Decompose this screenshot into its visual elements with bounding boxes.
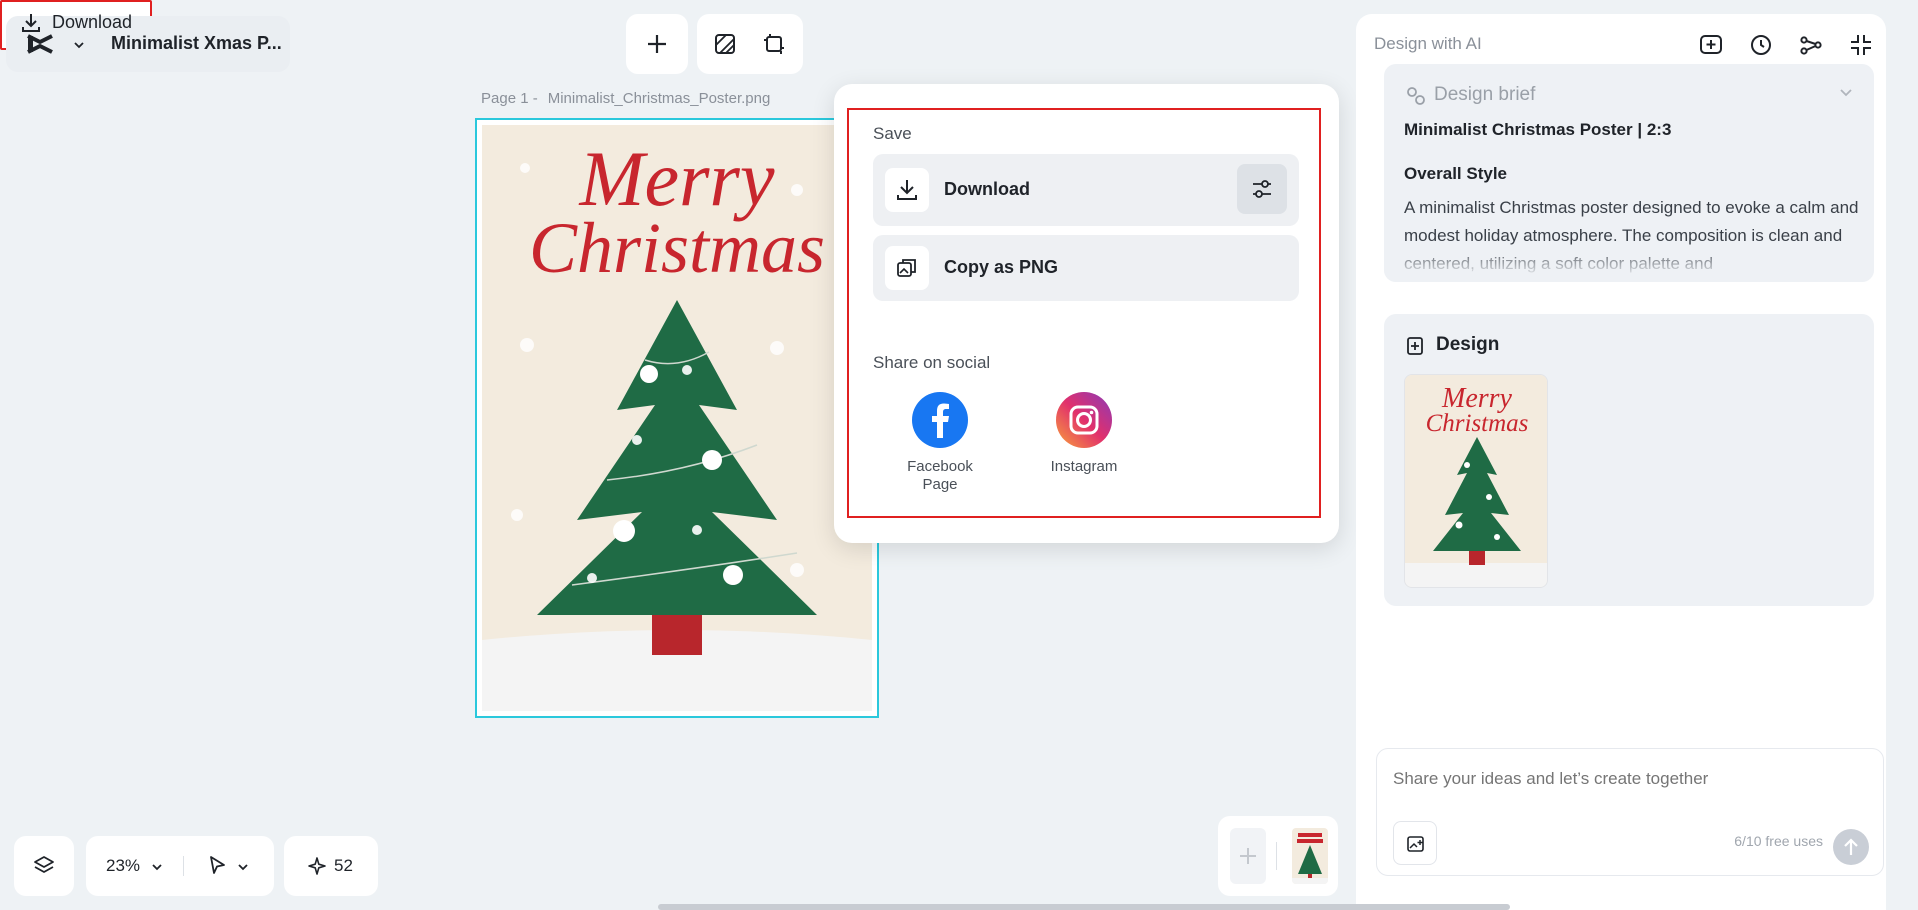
capcut-logo-icon[interactable] [26, 32, 54, 56]
zoom-level[interactable]: 23% [106, 856, 140, 876]
ai-panel: Design with AI Design brief Minimalist C… [1356, 14, 1886, 910]
collapse-icon[interactable] [1848, 32, 1874, 58]
divider [183, 856, 184, 876]
background-icon[interactable] [714, 33, 736, 55]
arrow-up-icon [1844, 838, 1858, 855]
page-label: Page 1 - Minimalist_Christmas_Poster.png [481, 90, 770, 107]
layers-icon [34, 856, 54, 873]
share-facebook[interactable]: Facebook Page [890, 392, 990, 494]
prompt-input[interactable] [1393, 769, 1863, 789]
sliders-icon [1253, 180, 1271, 198]
share-section-title: Share on social [873, 353, 991, 372]
download-option-label: Download [944, 179, 1030, 199]
download-button-label: Download [52, 12, 133, 32]
ai-panel-title: Design with AI [1374, 34, 1482, 53]
chevron-down-icon[interactable] [236, 860, 250, 874]
instagram-label: Instagram [1050, 458, 1118, 475]
instagram-icon [1056, 392, 1112, 448]
download-option[interactable]: Download [873, 154, 1299, 226]
download-icon [22, 14, 40, 32]
facebook-icon [912, 392, 968, 448]
page-thumbnails [1218, 816, 1338, 896]
download-option-icon-box [885, 168, 929, 212]
zoom-controls: 23% [86, 836, 274, 896]
chevron-down-icon[interactable] [150, 860, 164, 874]
copy-as-png-option[interactable]: Copy as PNG [873, 235, 1299, 301]
design-card: Design Merry Christmas [1384, 314, 1874, 606]
add-button[interactable] [626, 14, 688, 74]
design-brief-card: Design brief Minimalist Christmas Poster… [1384, 64, 1874, 282]
canvas-page[interactable]: Merry Christmas [475, 118, 879, 718]
image-add-icon [1407, 836, 1424, 852]
send-button[interactable] [1833, 829, 1869, 865]
facebook-label: Facebook Page [907, 458, 973, 493]
design-thumbnail[interactable]: Merry Christmas [1404, 374, 1548, 588]
copy-image-icon [897, 259, 916, 277]
brief-style-heading: Overall Style [1404, 164, 1508, 183]
resize-icon[interactable] [762, 32, 786, 56]
divider [1276, 842, 1277, 870]
share-nodes-icon[interactable] [1798, 32, 1824, 58]
poster-title-line2: Christmas [529, 208, 825, 288]
copy-option-icon-box [885, 246, 929, 290]
brief-fade [1384, 246, 1874, 282]
history-icon[interactable] [1748, 32, 1774, 58]
download-icon [897, 180, 917, 200]
sparkle-icon [308, 857, 326, 875]
credits-count: 52 [334, 856, 353, 875]
add-image-button[interactable] [1393, 821, 1437, 865]
prompt-box: 6/10 free uses [1376, 748, 1884, 876]
poster-artwork: Merry Christmas [477, 120, 877, 716]
copy-option-label: Copy as PNG [944, 257, 1059, 277]
thumb-title-line2: Christmas [1426, 410, 1529, 437]
file-name[interactable]: Minimalist_Christmas_Poster.png [548, 90, 771, 107]
brief-title: Minimalist Christmas Poster | 2:3 [1404, 120, 1672, 139]
design-brief-heading: Design brief [1434, 84, 1536, 105]
add-page-button[interactable] [1230, 828, 1266, 884]
free-uses-count: 6/10 free uses [1734, 833, 1823, 849]
design-heading: Design [1436, 334, 1500, 355]
chevron-down-icon[interactable] [72, 38, 86, 52]
plus-icon [1240, 848, 1256, 864]
canvas-tools [697, 14, 803, 74]
plus-icon [648, 35, 666, 53]
page-thumbnail[interactable] [1292, 828, 1328, 884]
layers-button[interactable] [14, 836, 74, 896]
new-chat-icon[interactable] [1698, 32, 1724, 58]
chevron-down-icon[interactable] [1838, 84, 1854, 100]
share-instagram[interactable]: Instagram [1034, 392, 1134, 476]
project-bar: Minimalist Xmas P... [6, 16, 290, 72]
download-settings-button[interactable] [1237, 164, 1287, 214]
download-menu: Save Download Copy as PNG Share on socia [834, 84, 1339, 543]
page-number: Page 1 - [481, 90, 538, 107]
credits-button[interactable]: 52 [284, 836, 378, 896]
project-title[interactable]: Minimalist Xmas P... [111, 33, 282, 54]
sparkle-brief-icon [1407, 87, 1425, 105]
save-section-title: Save [873, 124, 912, 143]
horizontal-scrollbar[interactable] [658, 904, 1510, 910]
pointer-icon[interactable] [206, 854, 228, 876]
design-icon [1407, 337, 1423, 355]
